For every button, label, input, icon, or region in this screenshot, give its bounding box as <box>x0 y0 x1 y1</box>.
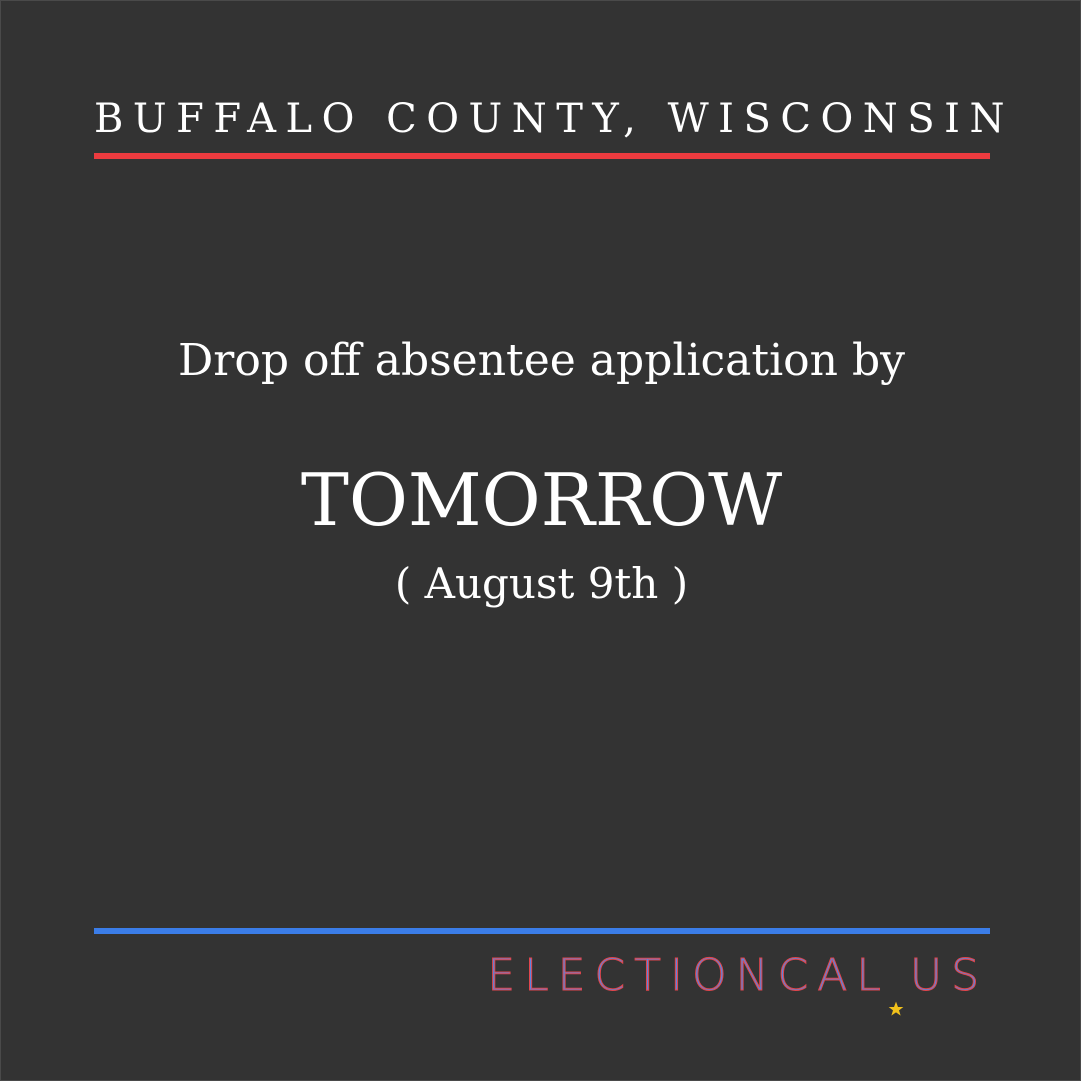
bottom-blue-divider <box>94 928 990 934</box>
top-red-divider <box>94 153 990 159</box>
brand-tld: US <box>909 949 988 1001</box>
action-text: Drop off absentee application by <box>178 335 905 386</box>
deadline-date: ( August 9th ) <box>394 559 689 608</box>
county-heading: BUFFALO COUNTY, WISCONSIN <box>94 96 1014 142</box>
brand-logo: ELECTIONCAL US <box>487 949 988 1016</box>
election-reminder-card: BUFFALO COUNTY, WISCONSIN Drop off absen… <box>0 0 1081 1081</box>
brand-name: ELECTIONCAL <box>487 949 890 1001</box>
deadline-text: TOMORROW <box>300 458 783 542</box>
star-icon <box>888 977 904 1016</box>
